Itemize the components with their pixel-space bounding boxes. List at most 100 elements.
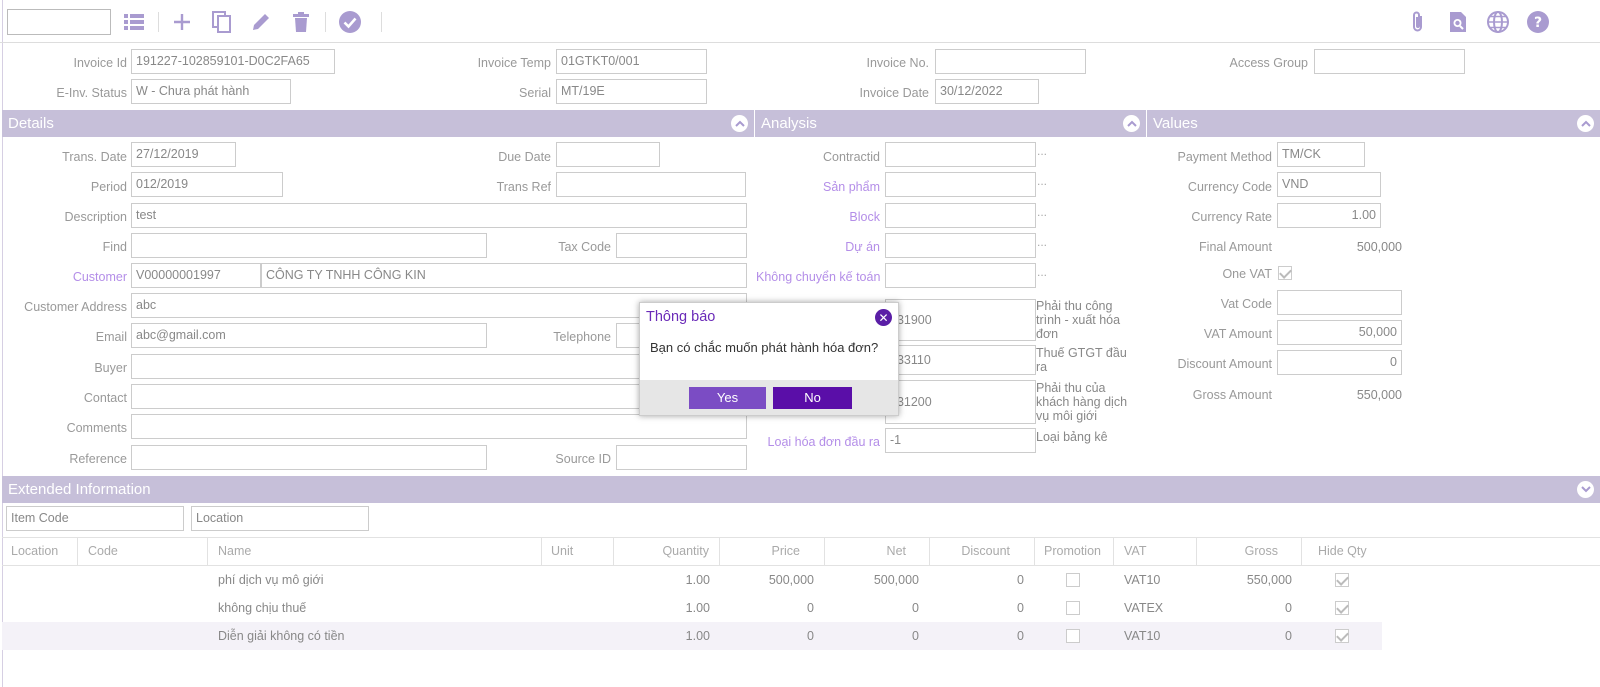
row-promotion-checkbox[interactable] <box>1066 601 1080 615</box>
check-circle-icon[interactable] <box>336 8 364 36</box>
col-hide-qty[interactable]: Hide Qty <box>1318 544 1367 558</box>
col-divider <box>1034 537 1035 565</box>
row-promotion-checkbox[interactable] <box>1066 573 1080 587</box>
san-pham-lookup[interactable]: ... <box>1037 174 1047 188</box>
col-unit[interactable]: Unit <box>551 544 573 558</box>
contractid-lookup[interactable]: ... <box>1037 144 1047 158</box>
item-code-filter[interactable]: Item Code <box>6 506 184 531</box>
chevron-up-icon[interactable] <box>731 115 748 132</box>
block-field[interactable] <box>885 203 1036 228</box>
extended-section-header[interactable]: Extended Information <box>2 476 1600 503</box>
trans-date-field[interactable]: 27/12/2019 <box>131 142 236 167</box>
chevron-up-icon[interactable] <box>1123 115 1140 132</box>
values-section-header[interactable]: Values <box>1147 110 1600 137</box>
row-promotion-checkbox[interactable] <box>1066 629 1080 643</box>
du-an-lookup[interactable]: ... <box>1037 235 1047 249</box>
col-discount[interactable]: Discount <box>929 544 1010 558</box>
col-gross[interactable]: Gross <box>1196 544 1278 558</box>
copy-icon[interactable] <box>208 8 236 36</box>
find-field[interactable] <box>131 233 487 258</box>
chevron-up-icon[interactable] <box>1577 115 1594 132</box>
invoice-no-field[interactable] <box>935 49 1086 74</box>
discount-amount-field[interactable]: 0 <box>1277 350 1402 375</box>
acct2-field[interactable]: 333110 <box>885 345 1036 375</box>
trash-icon[interactable] <box>287 8 315 36</box>
invoice-date-field[interactable]: 30/12/2022 <box>935 79 1039 104</box>
row-hide-qty-checkbox[interactable] <box>1335 601 1349 615</box>
customer-label[interactable]: Customer <box>10 270 127 284</box>
row-hide-qty-checkbox[interactable] <box>1335 573 1349 587</box>
khong-chuyen-label[interactable]: Không chuyển kế toán <box>756 270 880 284</box>
access-group-label: Access Group <box>1229 56 1308 70</box>
no-button[interactable]: No <box>773 387 852 409</box>
customer-code-field[interactable]: V00000001997 <box>131 263 261 288</box>
currency-code-field[interactable]: VND <box>1277 172 1381 197</box>
period-label: Period <box>90 180 127 194</box>
gross-amount-value: 550,000 <box>1356 388 1402 402</box>
col-price[interactable]: Price <box>719 544 800 558</box>
invoice-temp-field[interactable]: 01GTKT0/001 <box>556 49 707 74</box>
tax-code-field[interactable] <box>616 233 747 258</box>
col-divider <box>1301 537 1302 565</box>
row-hide-qty-checkbox[interactable] <box>1335 629 1349 643</box>
search-doc-icon[interactable] <box>1444 8 1472 36</box>
customer-name-field[interactable]: CÔNG TY TNHH CÔNG KIN <box>261 263 747 288</box>
vat-amount-field[interactable]: 50,000 <box>1277 320 1402 345</box>
help-icon[interactable]: ? <box>1524 8 1552 36</box>
col-promotion[interactable]: Promotion <box>1044 544 1101 558</box>
plus-icon[interactable] <box>168 8 196 36</box>
due-date-field[interactable] <box>556 142 660 167</box>
vat-code-field[interactable] <box>1277 290 1402 315</box>
yes-button[interactable]: Yes <box>689 387 766 409</box>
chevron-down-icon[interactable] <box>1577 481 1594 498</box>
details-section-header[interactable]: Details <box>2 110 754 137</box>
comments-field[interactable] <box>131 414 747 439</box>
loai-hd-note: Loại bảng kê <box>1036 430 1108 444</box>
access-group-field[interactable] <box>1314 49 1465 74</box>
pencil-icon[interactable] <box>247 8 275 36</box>
col-location[interactable]: Location <box>11 544 58 558</box>
acct3-field[interactable]: 131200 <box>885 380 1036 424</box>
loai-hd-label[interactable]: Loại hóa đơn đầu ra <box>756 435 880 449</box>
block-label[interactable]: Block <box>760 210 880 224</box>
serial-field[interactable]: MT/19E <box>556 79 707 104</box>
san-pham-label[interactable]: Sản phẩm <box>760 180 880 194</box>
email-field[interactable]: abc@gmail.com <box>131 323 487 348</box>
block-lookup[interactable]: ... <box>1037 205 1047 219</box>
khong-chuyen-field[interactable] <box>885 263 1036 288</box>
analysis-section-header[interactable]: Analysis <box>755 110 1146 137</box>
reference-field[interactable] <box>131 445 487 470</box>
contact-label: Contact <box>83 391 127 405</box>
serial-label: Serial <box>519 86 551 100</box>
col-name[interactable]: Name <box>218 544 251 558</box>
san-pham-field[interactable] <box>885 172 1036 197</box>
col-vat[interactable]: VAT <box>1124 544 1146 558</box>
row-discount: 0 <box>1017 629 1024 643</box>
acct1-field[interactable]: 131900 <box>885 299 1036 341</box>
location-filter[interactable]: Location <box>191 506 369 531</box>
currency-rate-field[interactable]: 1.00 <box>1277 203 1381 228</box>
loai-hd-field[interactable]: -1 <box>885 428 1036 453</box>
du-an-field[interactable] <box>885 233 1036 258</box>
col-net[interactable]: Net <box>824 544 906 558</box>
payment-method-field[interactable]: TM/CK <box>1277 142 1365 167</box>
toolbar-search-input[interactable] <box>7 9 111 35</box>
description-field[interactable]: test <box>131 203 747 228</box>
du-an-label[interactable]: Dự án <box>760 240 880 254</box>
list-icon[interactable] <box>120 8 148 36</box>
einv-status-field[interactable]: W - Chưa phát hành <box>131 79 291 104</box>
contractid-field[interactable] <box>885 142 1036 167</box>
period-field[interactable]: 012/2019 <box>131 172 283 197</box>
globe-icon[interactable] <box>1484 8 1512 36</box>
one-vat-checkbox[interactable] <box>1278 266 1292 280</box>
khong-chuyen-lookup[interactable]: ... <box>1037 265 1047 279</box>
currency-code-label: Currency Code <box>1187 180 1272 194</box>
invoice-id-field[interactable]: 191227-102859101-D0C2FA65 <box>131 49 335 74</box>
trans-ref-field[interactable] <box>556 172 746 197</box>
col-code[interactable]: Code <box>88 544 118 558</box>
final-amount-label: Final Amount <box>1199 240 1272 254</box>
col-quantity[interactable]: Quantity <box>613 544 709 558</box>
paperclip-icon[interactable] <box>1404 8 1432 36</box>
close-icon[interactable]: ✕ <box>875 309 892 326</box>
source-id-field[interactable] <box>616 445 747 470</box>
